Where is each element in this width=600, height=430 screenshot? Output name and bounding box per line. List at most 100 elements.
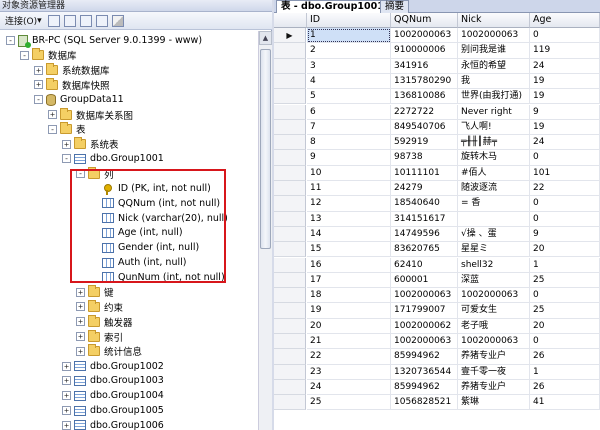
- row-selector[interactable]: [274, 43, 306, 59]
- table-cell[interactable]: 8: [307, 135, 391, 151]
- table-cell[interactable]: 2: [307, 43, 391, 59]
- table-cell[interactable]: 22: [530, 181, 600, 197]
- table-cell[interactable]: 341916: [391, 58, 458, 74]
- table-cell[interactable]: 0: [530, 150, 600, 166]
- table-cell[interactable]: 永恒的希望: [458, 58, 530, 74]
- disconnect-icon[interactable]: [63, 14, 76, 27]
- tree-node[interactable]: + 系统表: [62, 137, 119, 152]
- table-cell[interactable]: 4: [307, 73, 391, 90]
- table-cell[interactable]: 25: [307, 395, 391, 411]
- table-cell[interactable]: 26: [530, 379, 600, 396]
- table-cell[interactable]: 101: [530, 165, 600, 181]
- table-cell[interactable]: 83620765: [391, 242, 458, 258]
- row-selector[interactable]: [274, 242, 306, 258]
- collapse-icon[interactable]: -: [6, 36, 15, 45]
- tree-scrollbar[interactable]: ▲: [258, 31, 272, 430]
- expand-icon[interactable]: +: [48, 110, 57, 119]
- table-row[interactable]: 19 171799007 可爱女生 25: [274, 303, 600, 319]
- table-row[interactable]: 20 1002000062 老子哦 20: [274, 318, 600, 334]
- collapse-icon[interactable]: -: [34, 95, 43, 105]
- table-cell[interactable]: 1002000063: [458, 288, 530, 304]
- table-row[interactable]: 24 85994962 养猪专业户 26: [274, 379, 600, 396]
- table-cell[interactable]: 18540640: [391, 196, 458, 212]
- table-row[interactable]: 5 136810086 世界(由我打通) 19: [274, 89, 600, 105]
- row-selector[interactable]: [274, 318, 306, 334]
- column-header[interactable]: ID: [307, 13, 391, 28]
- row-selector[interactable]: [274, 257, 306, 273]
- table-cell[interactable]: 85994962: [391, 349, 458, 365]
- row-selector[interactable]: [274, 364, 306, 380]
- row-selector[interactable]: [274, 395, 306, 411]
- collapse-icon[interactable]: -: [76, 169, 85, 179]
- table-cell[interactable]: 19: [307, 303, 391, 319]
- scrollbar-thumb[interactable]: [260, 49, 271, 249]
- tree-node[interactable]: + 统计信息: [76, 344, 142, 359]
- table-cell[interactable]: = 香: [458, 196, 530, 212]
- table-cell[interactable]: 20: [530, 242, 600, 258]
- table-row[interactable]: 22 85994962 养猪专业户 26: [274, 349, 600, 365]
- table-cell[interactable]: 12: [307, 196, 391, 212]
- table-cell[interactable]: 我: [458, 73, 530, 90]
- tree-node[interactable]: -列: [76, 166, 114, 181]
- table-cell[interactable]: 1002000063: [391, 288, 458, 304]
- table-cell[interactable]: 136810086: [391, 89, 458, 105]
- table-cell[interactable]: 910000006: [391, 43, 458, 59]
- table-cell[interactable]: 0: [530, 28, 600, 44]
- table-cell[interactable]: √操 、蛋: [458, 226, 530, 243]
- table-row[interactable]: 15 83620765 星星ミ 20: [274, 242, 600, 258]
- table-cell[interactable]: 18: [307, 288, 391, 304]
- row-selector[interactable]: [274, 211, 306, 227]
- document-tab[interactable]: 表 - dbo.Group1001: [276, 0, 389, 13]
- connect-button[interactable]: 连接(O) ▾: [3, 14, 44, 28]
- table-cell[interactable]: 0: [530, 288, 600, 304]
- tree-node[interactable]: + dbo.Group1004: [62, 388, 164, 403]
- tree-node[interactable]: Nick (varchar(20), null): [90, 211, 228, 226]
- row-selector[interactable]: [274, 135, 306, 151]
- tree-node[interactable]: Age (int, null): [90, 225, 183, 240]
- table-cell[interactable]: 16: [307, 257, 391, 273]
- expand-icon[interactable]: +: [62, 139, 71, 149]
- row-selector[interactable]: [274, 334, 306, 350]
- tree-node[interactable]: Gender (int, null): [90, 240, 199, 255]
- table-row[interactable]: 3 341916 永恒的希望 24: [274, 58, 600, 74]
- table-cell[interactable]: 20: [530, 318, 600, 334]
- table-cell[interactable]: 6: [307, 104, 391, 120]
- tree-node[interactable]: + 约束: [76, 299, 123, 314]
- table-cell[interactable]: 老子哦: [458, 318, 530, 334]
- tree-node[interactable]: + 数据库快照: [34, 77, 110, 92]
- expand-icon[interactable]: +: [76, 302, 85, 312]
- table-cell[interactable]: 15: [307, 242, 391, 258]
- row-selector[interactable]: ▶: [274, 28, 306, 44]
- collapse-icon[interactable]: -: [20, 50, 29, 60]
- table-cell[interactable]: 24: [530, 135, 600, 151]
- tree-node[interactable]: - GroupData11: [34, 92, 124, 107]
- table-cell[interactable]: 0: [530, 334, 600, 350]
- table-cell[interactable]: Never right: [458, 104, 530, 120]
- table-cell[interactable]: 1002000063: [391, 334, 458, 350]
- row-selector[interactable]: [274, 379, 306, 396]
- table-cell[interactable]: 10: [307, 165, 391, 181]
- table-row[interactable]: 8 592919 ╤╫╫┃赫╤ 24: [274, 135, 600, 151]
- grid-corner[interactable]: [274, 13, 307, 28]
- table-cell[interactable]: 17: [307, 272, 391, 289]
- table-cell[interactable]: 飞人啊!: [458, 119, 530, 136]
- table-cell[interactable]: 26: [530, 349, 600, 365]
- expand-icon[interactable]: +: [76, 346, 85, 356]
- table-cell[interactable]: 849540706: [391, 119, 458, 136]
- table-row[interactable]: 16 62410 shell32 1: [274, 257, 600, 273]
- table-cell[interactable]: 可爱女生: [458, 303, 530, 319]
- expand-icon[interactable]: +: [34, 80, 43, 90]
- row-selector[interactable]: [274, 349, 306, 365]
- table-cell[interactable]: 0: [530, 196, 600, 212]
- row-selector[interactable]: [274, 272, 306, 289]
- row-selector[interactable]: [274, 303, 306, 319]
- table-cell[interactable]: 20: [307, 318, 391, 334]
- row-selector[interactable]: [274, 104, 306, 120]
- tree-node[interactable]: + dbo.Group1006: [62, 418, 164, 430]
- row-selector[interactable]: [274, 89, 306, 105]
- table-cell[interactable]: 41: [530, 395, 600, 411]
- column-header[interactable]: QQNum: [391, 13, 458, 28]
- table-cell[interactable]: 592919: [391, 135, 458, 151]
- row-selector[interactable]: [274, 150, 306, 166]
- table-row[interactable]: 11 24279 随波逐流 22: [274, 181, 600, 197]
